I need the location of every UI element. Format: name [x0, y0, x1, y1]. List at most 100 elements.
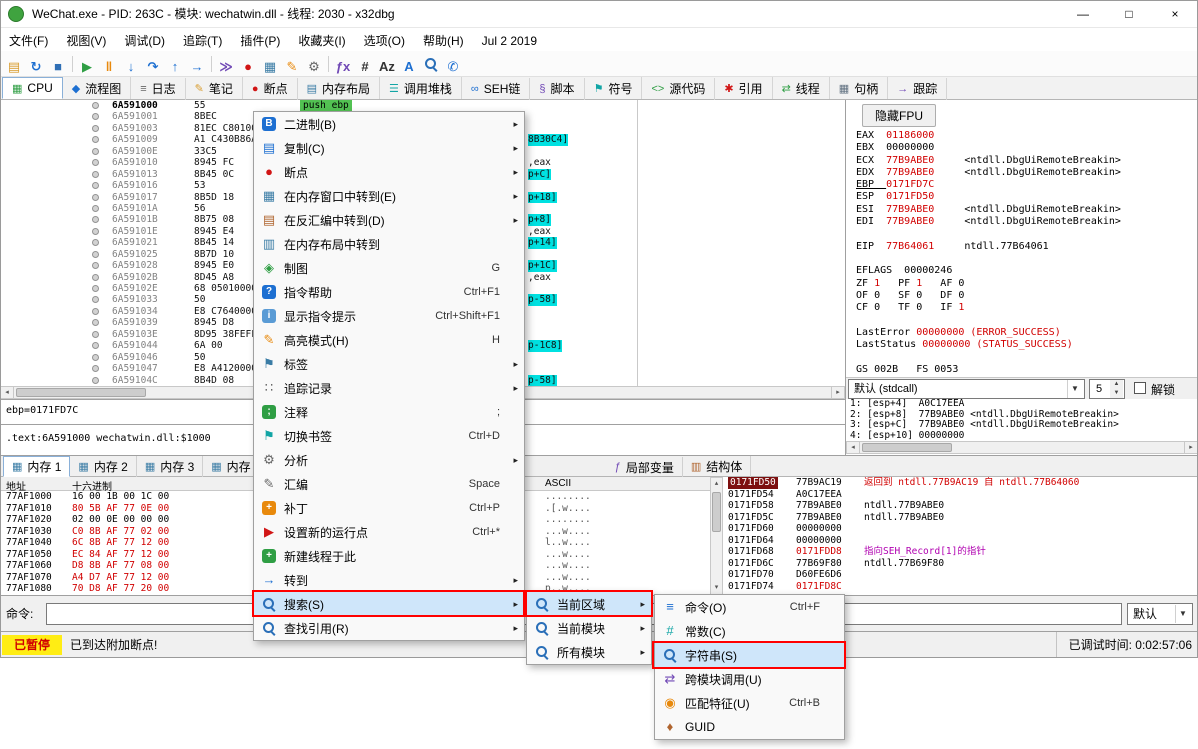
- dump-vscrollbar[interactable]: ▴ ▾: [710, 477, 723, 595]
- ctx-graph[interactable]: ◈制图G: [254, 256, 524, 280]
- dock-tab-内存 3[interactable]: ▦内存 3: [137, 456, 203, 477]
- register-row[interactable]: GS 002B FS 0053: [846, 364, 1198, 376]
- register-row[interactable]: CF 0 TF 0 IF 1: [846, 302, 1198, 314]
- breakpoint-dot[interactable]: [92, 171, 99, 178]
- breakpoint-dot[interactable]: [92, 102, 99, 109]
- settings-gear-icon[interactable]: ⚙: [303, 56, 325, 78]
- breakpoint-dot[interactable]: [92, 205, 99, 212]
- register-row[interactable]: [846, 351, 1198, 363]
- scroll-right-arrow-icon[interactable]: ▸: [831, 387, 844, 398]
- register-row[interactable]: [846, 314, 1198, 326]
- scroll-down-arrow-icon[interactable]: ▾: [711, 582, 722, 594]
- register-row[interactable]: OF 0 SF 0 DF 0: [846, 290, 1198, 302]
- tab-references[interactable]: ✱引用: [715, 77, 772, 99]
- search-for-guid[interactable]: ♦GUID: [655, 715, 844, 739]
- attach-phone-icon[interactable]: ✆: [442, 56, 464, 78]
- ctx-highlight-mode[interactable]: ✎高亮模式(H)H: [254, 328, 524, 352]
- run-icon[interactable]: ▶: [76, 56, 98, 78]
- pause-icon[interactable]: ‖: [98, 56, 120, 78]
- breakpoint-dot[interactable]: [92, 331, 99, 338]
- ctx-comment[interactable]: ;注释;: [254, 400, 524, 424]
- breakpoint-dot[interactable]: [92, 274, 99, 281]
- ctx-binary[interactable]: B二进制(B)▸: [254, 112, 524, 136]
- breakpoint-dot[interactable]: [92, 365, 99, 372]
- ctx-instruction-help[interactable]: ?指令帮助Ctrl+F1: [254, 280, 524, 304]
- ctx-patch[interactable]: +补丁Ctrl+P: [254, 496, 524, 520]
- memory-map-icon[interactable]: ▦: [259, 56, 281, 78]
- open-file-icon[interactable]: ▤: [3, 56, 25, 78]
- search-for-constant[interactable]: #常数(C): [655, 619, 844, 643]
- stop-icon[interactable]: ■: [47, 56, 69, 78]
- ctx-assemble[interactable]: ✎汇编Space: [254, 472, 524, 496]
- tab-notes[interactable]: ✎笔记: [186, 77, 243, 99]
- dock-tab-结构体[interactable]: ▥结构体: [683, 456, 751, 477]
- breakpoint-dot[interactable]: [92, 354, 99, 361]
- argument-row-3[interactable]: 3: [esp+C] 77B9ABE0 <ntdll.DbgUiRemoteBr…: [846, 420, 1198, 431]
- breakpoint-dot[interactable]: [92, 136, 99, 143]
- chevron-down-icon[interactable]: ▼: [1067, 380, 1082, 398]
- breakpoint-dot[interactable]: [92, 342, 99, 349]
- step-into-icon[interactable]: ↓: [120, 56, 142, 78]
- tab-seh[interactable]: ∞SEH链: [462, 78, 531, 100]
- breakpoint-dot[interactable]: [92, 182, 99, 189]
- register-row[interactable]: EDX 77B9ABE0 <ntdll.DbgUiRemoteBreakin>: [846, 167, 1198, 179]
- dock-tab-内存 1[interactable]: ▦内存 1: [3, 456, 70, 477]
- scroll-thumb[interactable]: [16, 388, 146, 397]
- tab-handles[interactable]: ▦句柄: [830, 77, 888, 99]
- menubar-item-3[interactable]: 调试(D): [115, 28, 174, 53]
- scroll-up-arrow-icon[interactable]: ▴: [711, 478, 722, 490]
- stack-row[interactable]: 0171FD5877B9ABE0ntdll.77B9ABE0: [724, 500, 1198, 512]
- breakpoint-dot[interactable]: [92, 216, 99, 223]
- ctx-trace-record[interactable]: ∷追踪记录▸: [254, 376, 524, 400]
- highlight-pen-icon[interactable]: ✎: [281, 56, 303, 78]
- tab-source[interactable]: <>源代码: [642, 78, 715, 100]
- search-for-pattern[interactable]: ◉匹配特征(U)Ctrl+B: [655, 691, 844, 715]
- menubar-item-2[interactable]: 视图(V): [57, 28, 115, 53]
- calling-convention-select[interactable]: 默认 (stdcall)▼: [848, 379, 1085, 399]
- stack-panel[interactable]: 0171FD5077B9AC19返回到 ntdll.77B9AC19 自 ntd…: [724, 477, 1198, 595]
- stack-row[interactable]: 0171FD5077B9AC19返回到 ntdll.77B9AC19 自 ntd…: [724, 477, 1198, 489]
- minimize-button[interactable]: —: [1060, 0, 1106, 28]
- tab-log[interactable]: ≡日志: [131, 78, 185, 100]
- search-icon[interactable]: [420, 53, 442, 75]
- search-for-string[interactable]: 字符串(S): [655, 643, 844, 667]
- dock-tab-内存 2[interactable]: ▦内存 2: [70, 456, 136, 477]
- scroll-left-arrow-icon[interactable]: ◂: [1, 387, 14, 398]
- ctx-copy[interactable]: ▤复制(C)▸: [254, 136, 524, 160]
- ctx-analysis[interactable]: ⚙分析▸: [254, 448, 524, 472]
- breakpoint-dot[interactable]: [92, 125, 99, 132]
- menubar-item-5[interactable]: 插件(P): [231, 28, 289, 53]
- search-scope-current-module[interactable]: 当前模块▸: [527, 616, 651, 640]
- register-row[interactable]: EDI 77B9ABE0 <ntdll.DbgUiRemoteBreakin>: [846, 216, 1198, 228]
- breakpoint-dot[interactable]: [92, 148, 99, 155]
- hash-icon[interactable]: #: [354, 56, 376, 78]
- breakpoint-dot[interactable]: [92, 377, 99, 384]
- menubar-item-7[interactable]: 选项(O): [355, 28, 414, 53]
- ctx-find-references[interactable]: 查找引用(R)▸: [254, 616, 524, 640]
- register-row[interactable]: LastError 00000000 (ERROR_SUCCESS): [846, 327, 1198, 339]
- ctx-breakpoint[interactable]: ●断点▸: [254, 160, 524, 184]
- register-row[interactable]: EIP 77B64061 ntdll.77B64061: [846, 241, 1198, 253]
- step-over-icon[interactable]: ↷: [142, 56, 164, 78]
- register-row[interactable]: EBP 0171FD7C: [846, 179, 1198, 191]
- ctx-set-new-origin[interactable]: ▶设置新的运行点Ctrl+*: [254, 520, 524, 544]
- register-row[interactable]: EBX 00000000: [846, 142, 1198, 154]
- stack-row[interactable]: 0171FD70D60FE6D6: [724, 569, 1198, 581]
- menubar-item-4[interactable]: 追踪(T): [174, 28, 231, 53]
- stack-row[interactable]: 0171FD6000000000: [724, 523, 1198, 535]
- ctx-toggle-bookmark[interactable]: ⚑切换书签Ctrl+D: [254, 424, 524, 448]
- ctx-new-thread-here[interactable]: +新建线程于此: [254, 544, 524, 568]
- command-type-select[interactable]: 默认▼: [1127, 603, 1193, 625]
- animate-icon[interactable]: ≫: [215, 56, 237, 78]
- ctx-goto-memory-map[interactable]: ▥在内存布局中转到: [254, 232, 524, 256]
- register-row[interactable]: [846, 228, 1198, 240]
- strings-az-icon[interactable]: Az: [376, 56, 398, 78]
- register-row[interactable]: LastStatus 00000000 (STATUS_SUCCESS): [846, 339, 1198, 351]
- menubar-item-8[interactable]: 帮助(H): [414, 28, 473, 53]
- tab-callstack[interactable]: ☰调用堆栈: [380, 77, 462, 99]
- ctx-goto[interactable]: →转到▸: [254, 568, 524, 592]
- chevron-down-icon[interactable]: ▼: [1175, 605, 1190, 623]
- restart-icon[interactable]: ↻: [25, 56, 47, 78]
- arguments-hscrollbar[interactable]: ◂ ▸: [846, 441, 1198, 454]
- argument-row-1[interactable]: 1: [esp+4] A0C17EEA: [846, 399, 1198, 410]
